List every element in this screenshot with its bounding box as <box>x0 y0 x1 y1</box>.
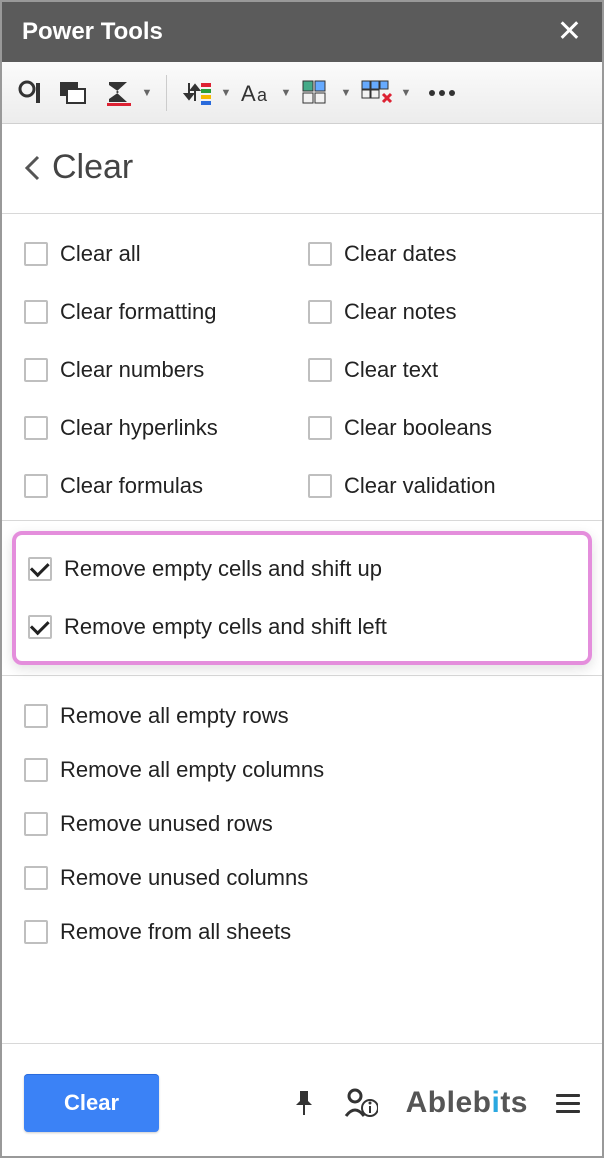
checkbox-label: Clear booleans <box>344 415 492 441</box>
checkbox-icon <box>24 300 48 324</box>
checkbox-label: Clear notes <box>344 299 457 325</box>
checkbox-label: Clear all <box>60 241 141 267</box>
back-icon[interactable] <box>24 155 40 181</box>
chevron-down-icon[interactable]: ▼ <box>279 74 293 112</box>
checkbox-label: Remove all empty columns <box>60 757 324 783</box>
titlebar: Power Tools ✕ <box>2 2 602 62</box>
checkbox-remove-unused-columns[interactable]: Remove unused columns <box>24 858 580 898</box>
checkbox-label: Remove empty cells and shift left <box>64 614 387 640</box>
remove-cells-icon[interactable] <box>359 74 397 112</box>
content-area: Clear all Clear dates Clear formatting C… <box>2 214 602 1043</box>
fill-clear-icon[interactable] <box>56 74 94 112</box>
checkbox-label: Clear formulas <box>60 473 203 499</box>
text-case-icon[interactable]: A a <box>239 74 277 112</box>
checkbox-label: Remove all empty rows <box>60 703 289 729</box>
checkbox-icon <box>308 358 332 382</box>
checkbox-label: Clear validation <box>344 473 496 499</box>
checkbox-icon <box>24 242 48 266</box>
smartlookup-icon[interactable] <box>12 74 50 112</box>
chevron-down-icon[interactable]: ▼ <box>399 74 413 112</box>
menu-icon[interactable] <box>556 1094 580 1113</box>
checkbox-remove-empty-shift-left[interactable]: Remove empty cells and shift left <box>28 607 576 647</box>
clear-options-section: Clear all Clear dates Clear formatting C… <box>2 214 602 521</box>
checkbox-icon <box>24 812 48 836</box>
checkbox-label: Clear text <box>344 357 438 383</box>
checkbox-clear-formatting[interactable]: Clear formatting <box>24 292 296 332</box>
app-title: Power Tools <box>22 18 163 46</box>
checkbox-clear-dates[interactable]: Clear dates <box>308 234 580 274</box>
checkbox-clear-notes[interactable]: Clear notes <box>308 292 580 332</box>
checkbox-label: Clear formatting <box>60 299 217 325</box>
svg-text:A: A <box>241 81 256 105</box>
checkbox-clear-hyperlinks[interactable]: Clear hyperlinks <box>24 408 296 448</box>
checkbox-remove-from-all-sheets[interactable]: Remove from all sheets <box>24 912 580 952</box>
page-title: Clear <box>52 148 133 187</box>
checkbox-label: Clear hyperlinks <box>60 415 218 441</box>
checkbox-remove-empty-shift-up[interactable]: Remove empty cells and shift up <box>28 549 576 589</box>
checkbox-icon <box>24 416 48 440</box>
checkbox-label: Clear numbers <box>60 357 204 383</box>
checkbox-label: Remove from all sheets <box>60 919 291 945</box>
more-icon[interactable] <box>423 74 461 112</box>
info-person-icon[interactable] <box>344 1088 378 1118</box>
checkbox-icon <box>24 474 48 498</box>
checkbox-icon <box>308 300 332 324</box>
checkbox-remove-empty-rows[interactable]: Remove all empty rows <box>24 696 580 736</box>
close-icon[interactable]: ✕ <box>557 17 582 47</box>
split-icon[interactable] <box>299 74 337 112</box>
checkbox-clear-numbers[interactable]: Clear numbers <box>24 350 296 390</box>
checkbox-icon <box>308 242 332 266</box>
checkbox-label: Remove unused columns <box>60 865 308 891</box>
checkbox-clear-validation[interactable]: Clear validation <box>308 466 580 506</box>
checkbox-clear-all[interactable]: Clear all <box>24 234 296 274</box>
checkbox-clear-text[interactable]: Clear text <box>308 350 580 390</box>
checkbox-icon <box>24 358 48 382</box>
checkbox-icon <box>28 615 52 639</box>
brand-label: Ablebits <box>406 1086 528 1120</box>
checkbox-remove-empty-columns[interactable]: Remove all empty columns <box>24 750 580 790</box>
checkbox-label: Clear dates <box>344 241 457 267</box>
checkbox-clear-booleans[interactable]: Clear booleans <box>308 408 580 448</box>
sigma-icon[interactable] <box>100 74 138 112</box>
clear-options-grid: Clear all Clear dates Clear formatting C… <box>24 234 580 506</box>
svg-text:a: a <box>257 85 268 105</box>
chevron-down-icon[interactable]: ▼ <box>140 74 154 112</box>
checkbox-icon <box>24 866 48 890</box>
page-header: Clear <box>2 124 602 214</box>
toolbar-separator <box>166 75 167 111</box>
footer: Clear Ablebits <box>2 1043 602 1156</box>
shift-options-section: Remove empty cells and shift up Remove e… <box>2 531 602 676</box>
checkbox-label: Remove unused rows <box>60 811 273 837</box>
chevron-down-icon[interactable]: ▼ <box>219 74 233 112</box>
pin-icon[interactable] <box>292 1089 316 1117</box>
checkbox-icon <box>24 704 48 728</box>
checkbox-icon <box>308 416 332 440</box>
checkbox-icon <box>308 474 332 498</box>
toolbar: ▼ ▼ A a ▼ <box>2 62 602 124</box>
checkbox-label: Remove empty cells and shift up <box>64 556 382 582</box>
sort-icon[interactable] <box>179 74 217 112</box>
checkbox-icon <box>24 758 48 782</box>
checkbox-icon <box>24 920 48 944</box>
checkbox-clear-formulas[interactable]: Clear formulas <box>24 466 296 506</box>
checkbox-remove-unused-rows[interactable]: Remove unused rows <box>24 804 580 844</box>
footer-right: Ablebits <box>292 1086 580 1120</box>
clear-button[interactable]: Clear <box>24 1074 159 1132</box>
highlight-callout: Remove empty cells and shift up Remove e… <box>12 531 592 665</box>
remove-rows-section: Remove all empty rows Remove all empty c… <box>2 676 602 970</box>
chevron-down-icon[interactable]: ▼ <box>339 74 353 112</box>
checkbox-icon <box>28 557 52 581</box>
